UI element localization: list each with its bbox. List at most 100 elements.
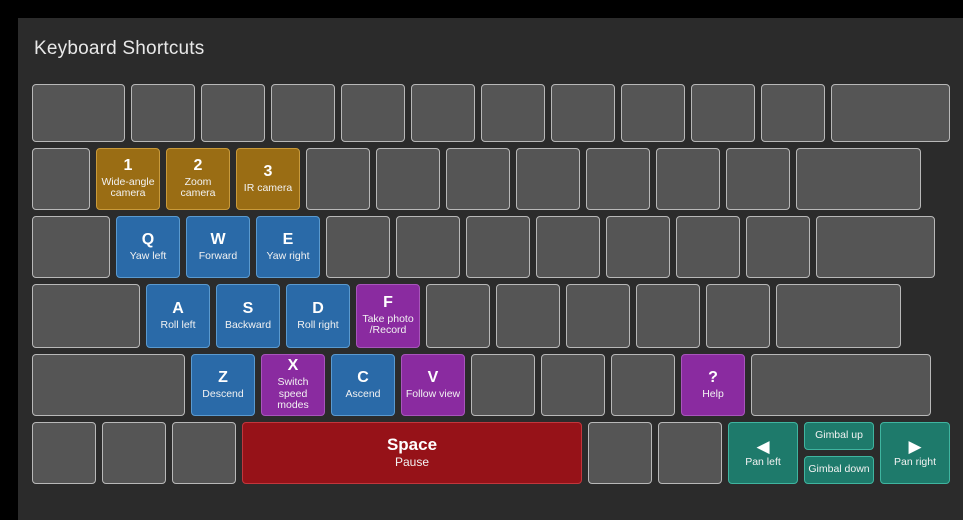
space-row-left-blank-0 [32, 422, 96, 484]
key-1[interactable]: 1 Wide-angle camera [96, 148, 160, 210]
function-row-blank-11 [831, 84, 950, 142]
key-cap: D [312, 299, 324, 317]
key-pan-right[interactable]: ▶ Pan right [880, 422, 950, 484]
key-3[interactable]: 3 IR camera [236, 148, 300, 210]
bottom-letter-row-blank-9 [751, 354, 931, 416]
home-row-blank-6 [496, 284, 560, 348]
key-space[interactable]: Space Pause [242, 422, 582, 484]
bottom-letter-row-blank-5 [471, 354, 535, 416]
key-cap: ? [708, 368, 718, 386]
number-row-blank-7 [516, 148, 580, 210]
home-row-blank-8 [636, 284, 700, 348]
key-cap: 3 [263, 162, 273, 180]
function-row-blank-8 [621, 84, 685, 142]
key-description: Pan left [745, 455, 781, 468]
key-description: Wide-angle camera [101, 175, 155, 200]
home-row-blank-9 [706, 284, 770, 348]
screen-root: Keyboard Shortcuts 1 Wide-angle camera 2 Zo… [0, 0, 963, 520]
number-row-blank-5 [376, 148, 440, 210]
key-cap: 1 [123, 156, 133, 174]
key-s[interactable]: S Backward [216, 284, 280, 348]
key-cap: X [287, 356, 299, 374]
space-row-mid-blank-1 [658, 422, 722, 484]
function-row-blank-3 [271, 84, 335, 142]
number-row-blank-8 [586, 148, 650, 210]
key-d[interactable]: D Roll right [286, 284, 350, 348]
key-gimbal-up[interactable]: Gimbal up [804, 422, 874, 450]
qwerty-row-blank-6 [466, 216, 530, 278]
bottom-letter-row-blank-6 [541, 354, 605, 416]
key-description: IR camera [243, 181, 293, 194]
key-z[interactable]: Z Descend [191, 354, 255, 416]
function-row-blank-7 [551, 84, 615, 142]
qwerty-row-blank-4 [326, 216, 390, 278]
key-cap: C [357, 368, 369, 386]
function-row-blank-4 [341, 84, 405, 142]
key-cap: W [210, 230, 226, 248]
qwerty-row-blank-9 [676, 216, 740, 278]
gimbal-key-stack: Gimbal up Gimbal down [804, 422, 874, 484]
key-description: Pause [394, 455, 430, 470]
key-cap: Z [218, 368, 228, 386]
number-row: 1 Wide-angle camera 2 Zoom camera 3 IR camera [32, 148, 949, 210]
space-row-left-blank-1 [102, 422, 166, 484]
key-w[interactable]: W Forward [186, 216, 250, 278]
page-title: Keyboard Shortcuts [34, 38, 205, 59]
key-description: Backward [224, 318, 272, 331]
key-description: Switch speed modes [277, 375, 309, 412]
key-description: Ascend [345, 387, 381, 400]
key-description: Yaw right [266, 249, 310, 262]
key-q[interactable]: Q Yaw left [116, 216, 180, 278]
home-row: A Roll left S Backward D Roll right F Take phot… [32, 284, 949, 348]
function-row-blank-9 [691, 84, 755, 142]
function-row [32, 84, 950, 142]
bottom-letter-row-blank-7 [611, 354, 675, 416]
keyboard-layout: 1 Wide-angle camera 2 Zoom camera 3 IR camera… [32, 84, 950, 490]
triangle-right-icon: ▶ [908, 436, 922, 456]
key-[interactable]: ? Help [681, 354, 745, 416]
keyboard-shortcuts-panel: Keyboard Shortcuts 1 Wide-angle camera 2 Zo… [18, 18, 963, 520]
key-c[interactable]: C Ascend [331, 354, 395, 416]
qwerty-row-blank-8 [606, 216, 670, 278]
key-v[interactable]: V Follow view [401, 354, 465, 416]
key-e[interactable]: E Yaw right [256, 216, 320, 278]
key-description: Forward [198, 249, 238, 262]
key-pan-left[interactable]: ◀ Pan left [728, 422, 798, 484]
key-description: Descend [202, 387, 244, 400]
key-gimbal-down[interactable]: Gimbal down [804, 456, 874, 484]
space-row: Space Pause ◀ Pan left Gimbal up Gimbal down ▶… [32, 422, 950, 484]
key-description: Take photo /Record [362, 312, 414, 337]
key-description: Roll left [160, 318, 196, 331]
home-row-blank-0 [32, 284, 140, 348]
key-cap: F [383, 293, 393, 311]
key-description: Follow view [405, 387, 461, 400]
triangle-left-icon: ◀ [756, 436, 770, 456]
key-description: Zoom camera [180, 175, 216, 200]
function-row-blank-0 [32, 84, 125, 142]
bottom-letter-row: Z Descend X Switch speed modes C Ascend V Follo… [32, 354, 949, 416]
space-row-mid-blank-0 [588, 422, 652, 484]
qwerty-row-blank-7 [536, 216, 600, 278]
key-x[interactable]: X Switch speed modes [261, 354, 325, 416]
key-cap: V [427, 368, 439, 386]
key-description: Yaw left [129, 249, 167, 262]
number-row-blank-11 [796, 148, 921, 210]
number-row-blank-4 [306, 148, 370, 210]
qwerty-row-blank-10 [746, 216, 810, 278]
key-a[interactable]: A Roll left [146, 284, 210, 348]
qwerty-row: Q Yaw left W Forward E Yaw right [32, 216, 949, 278]
key-cap: A [172, 299, 184, 317]
function-row-blank-2 [201, 84, 265, 142]
key-description: Gimbal down [808, 463, 870, 476]
bottom-letter-row-blank-0 [32, 354, 185, 416]
key-cap: S [242, 299, 254, 317]
number-row-blank-6 [446, 148, 510, 210]
home-row-blank-10 [776, 284, 901, 348]
key-f[interactable]: F Take photo /Record [356, 284, 420, 348]
function-row-blank-1 [131, 84, 195, 142]
space-row-left-blank-2 [172, 422, 236, 484]
qwerty-row-blank-11 [816, 216, 935, 278]
function-row-blank-5 [411, 84, 475, 142]
key-description: Help [702, 387, 724, 400]
key-2[interactable]: 2 Zoom camera [166, 148, 230, 210]
